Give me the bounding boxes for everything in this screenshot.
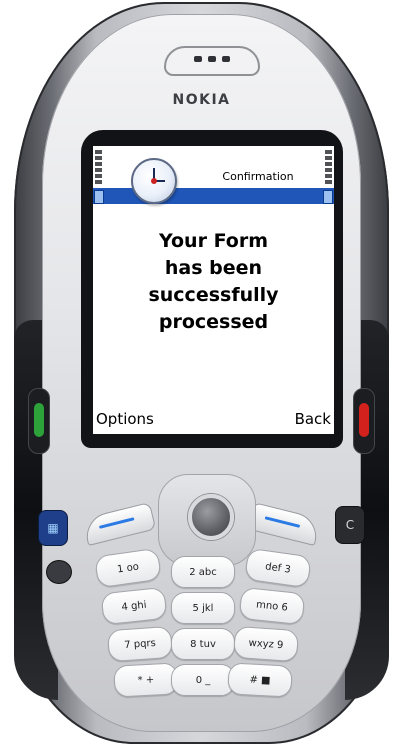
confirmation-message: Your Form has been successfully processe… [99, 228, 328, 336]
key-8[interactable]: 8 tuv [171, 628, 235, 660]
clock-icon [131, 158, 177, 204]
screen: Confirmation Your Form has been successf… [93, 146, 334, 434]
key-2[interactable]: 2 abc [171, 556, 235, 588]
earpiece [164, 46, 260, 76]
key-9[interactable]: wxyz 9 [232, 625, 300, 663]
brand-logo: NOKIA [172, 92, 231, 108]
key-hash[interactable]: # ■ [227, 662, 293, 698]
pencil-key[interactable] [46, 560, 72, 584]
key-5[interactable]: 5 jkl [171, 592, 235, 624]
battery-indicator [323, 190, 333, 204]
key-7[interactable]: 7 pqrs [106, 625, 174, 663]
end-call-button[interactable] [353, 388, 375, 454]
signal-bars-icon [95, 150, 102, 188]
key-0[interactable]: 0 _ [171, 664, 235, 696]
message-line: has been [164, 257, 263, 279]
softkey-bar: Options Back [93, 404, 334, 434]
clear-key[interactable]: C [335, 506, 365, 544]
screen-title: Confirmation [222, 170, 294, 183]
signal-indicator [94, 190, 104, 204]
status-band [93, 188, 334, 204]
message-line: Your Form [158, 230, 268, 252]
call-button[interactable] [28, 388, 50, 454]
options-softkey[interactable]: Options [93, 410, 157, 428]
message-line: successfully [148, 284, 279, 306]
key-star[interactable]: * + [113, 662, 179, 698]
menu-key[interactable]: ▦ [38, 510, 68, 546]
back-softkey[interactable]: Back [292, 410, 334, 428]
message-line: processed [158, 311, 269, 333]
navigation-center-button[interactable] [188, 494, 234, 540]
